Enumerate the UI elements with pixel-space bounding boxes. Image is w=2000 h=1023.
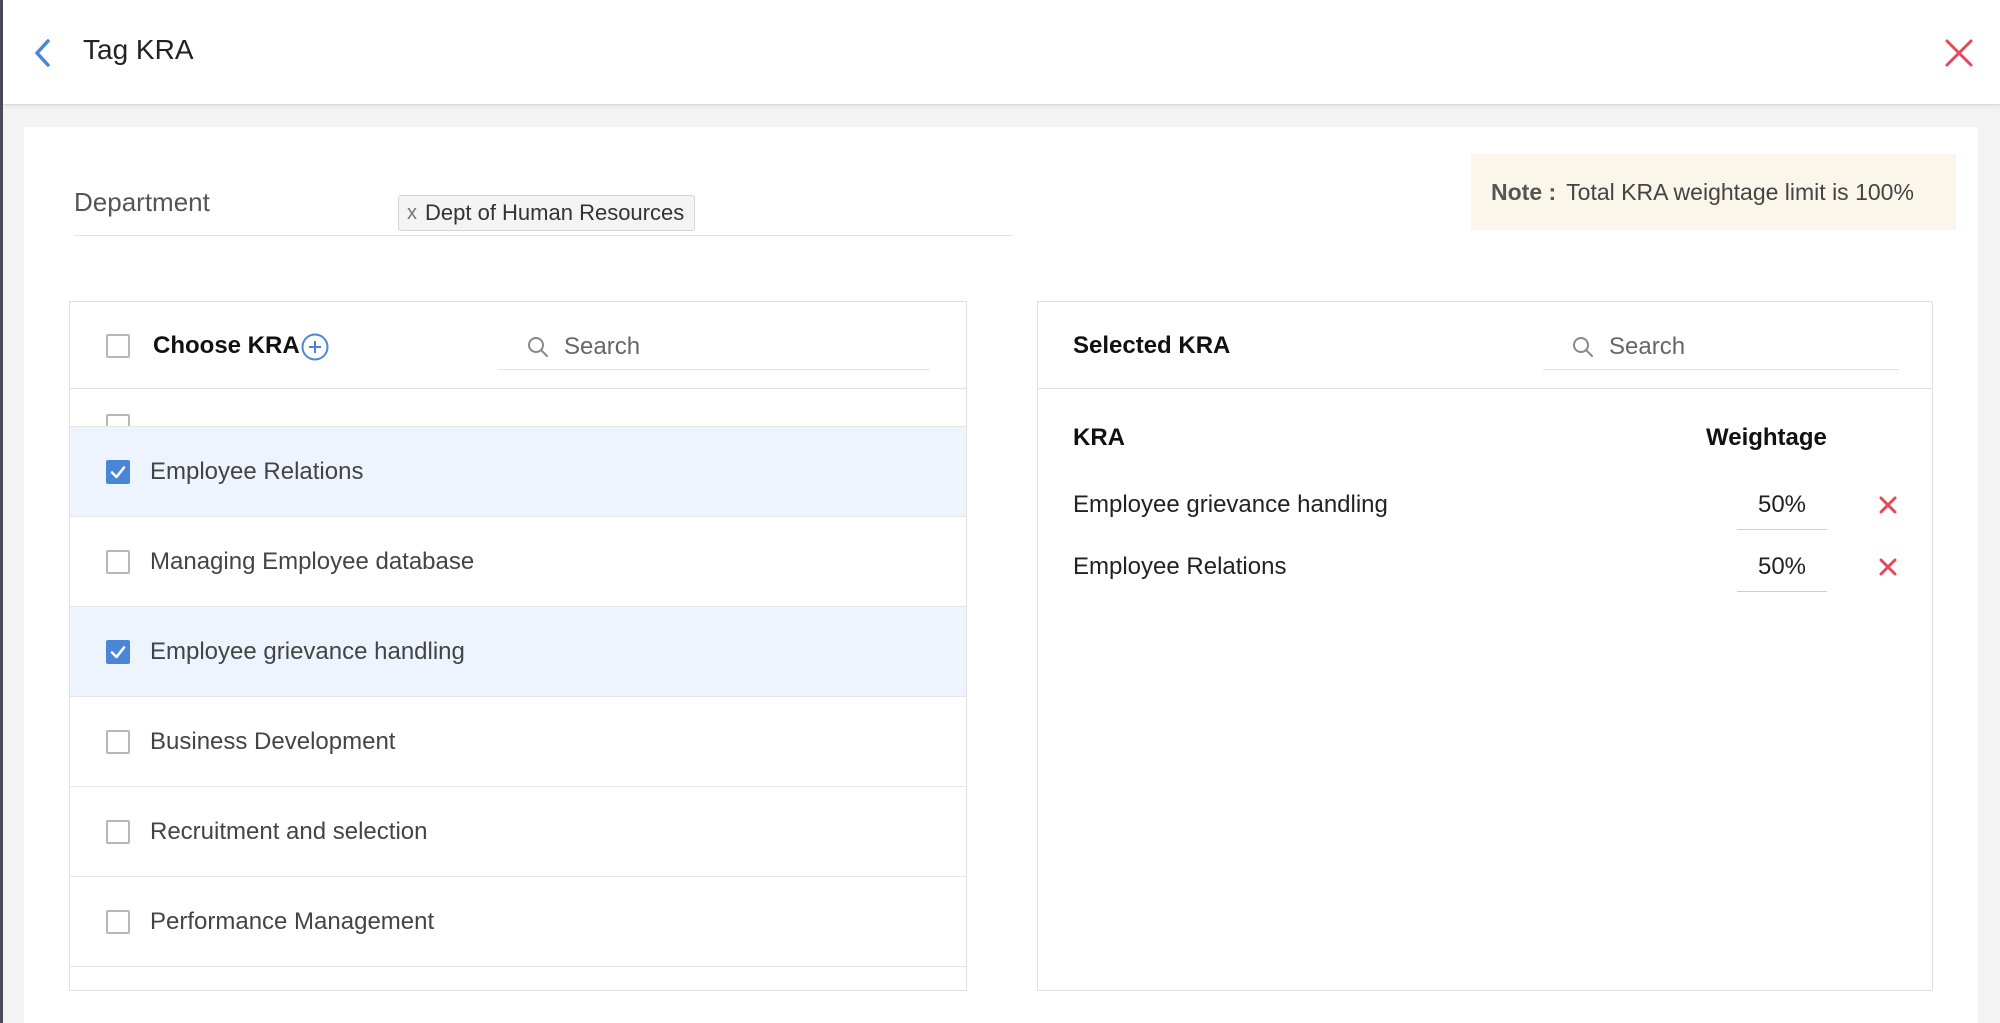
choose-kra-search[interactable]: [498, 324, 930, 370]
kra-item-label: Performance Management: [150, 907, 435, 935]
selected-kra-search[interactable]: [1543, 324, 1899, 370]
kra-list-item[interactable]: Employee grievance handling: [70, 607, 966, 697]
remove-kra-button[interactable]: [1877, 494, 1899, 516]
search-icon: [1573, 336, 1593, 357]
weightage-column-header: Weightage: [1706, 424, 1827, 451]
department-chip-label: Dept of Human Resources: [425, 200, 685, 225]
kra-list-item[interactable]: Performance Management: [70, 877, 966, 967]
search-icon: [528, 336, 548, 357]
close-icon: [1879, 558, 1897, 576]
selected-kra-row: Employee grievance handling: [1073, 480, 1899, 530]
note-text: Total KRA weightage limit is 100%: [1566, 178, 1914, 205]
choose-kra-search-input[interactable]: [564, 332, 804, 361]
kra-item-label: Employee grievance handling: [150, 637, 465, 665]
selected-kra-search-input[interactable]: [1609, 332, 1809, 361]
kra-item-checkbox[interactable]: [106, 414, 130, 426]
selected-kra-name: Employee Relations: [1073, 553, 1287, 580]
kra-list-item[interactable]: Recruitment and selection: [70, 787, 966, 877]
kra-item-label: Recruitment and selection: [150, 817, 428, 845]
window-edge: [0, 0, 3, 1023]
tag-kra-card: Department x Dept of Human Resources Not…: [24, 127, 1978, 1023]
kra-item-checkbox[interactable]: [106, 459, 130, 484]
kra-list-item[interactable]: Employee Relations: [70, 427, 966, 517]
weightage-input[interactable]: [1737, 542, 1827, 592]
department-chip: x Dept of Human Resources: [398, 195, 696, 231]
weightage-note: Note : Total KRA weightage limit is 100%: [1471, 154, 1956, 230]
select-all-checkbox[interactable]: [106, 334, 130, 358]
close-icon: [1879, 496, 1897, 514]
kra-item-label: Managing Employee database: [150, 547, 475, 575]
header-bar: Tag KRA: [3, 0, 2000, 105]
selected-kra-panel: Selected KRA KRA Weightage Employee grie…: [1037, 301, 1933, 991]
close-button[interactable]: [1942, 36, 1976, 70]
remove-kra-button[interactable]: [1877, 556, 1899, 578]
chip-remove-button[interactable]: x: [407, 202, 417, 225]
kra-list-item[interactable]: Business Development: [70, 697, 966, 787]
selected-kra-title: Selected KRA: [1073, 332, 1231, 359]
department-field-underline[interactable]: [74, 235, 1012, 236]
kra-item-label: Business Development: [150, 727, 396, 755]
kra-column-header: KRA: [1073, 424, 1125, 451]
kra-item-checkbox[interactable]: [106, 819, 130, 844]
kra-list-item[interactable]: Managing Employee database: [70, 517, 966, 607]
weightage-input[interactable]: [1737, 480, 1827, 530]
kra-item-checkbox[interactable]: [106, 729, 130, 754]
choose-kra-panel: Choose KRA Employee Relations Managing Em…: [69, 301, 967, 991]
close-icon: [1945, 39, 1973, 67]
chevron-left-icon: [35, 39, 50, 67]
kra-list: Employee Relations Managing Employee data…: [70, 389, 966, 981]
department-label: Department: [74, 187, 210, 217]
kra-item-checkbox[interactable]: [106, 909, 130, 934]
kra-list-item[interactable]: [70, 389, 966, 427]
kra-item-checkbox[interactable]: [106, 639, 130, 664]
kra-item-label: Employee Relations: [150, 457, 364, 485]
choose-kra-header: Choose KRA: [70, 302, 966, 389]
checkmark-icon: [110, 645, 126, 658]
page-title: Tag KRA: [83, 34, 194, 65]
note-label: Note :: [1491, 178, 1557, 205]
back-button[interactable]: [27, 36, 57, 70]
kra-item-checkbox[interactable]: [106, 549, 130, 574]
choose-kra-title: Choose KRA: [153, 332, 300, 359]
selected-kra-header: Selected KRA: [1038, 302, 1932, 389]
checkmark-icon: [110, 465, 126, 478]
add-kra-icon[interactable]: [300, 332, 330, 362]
selected-kra-row: Employee Relations: [1073, 542, 1899, 592]
selected-kra-name: Employee grievance handling: [1073, 491, 1388, 518]
